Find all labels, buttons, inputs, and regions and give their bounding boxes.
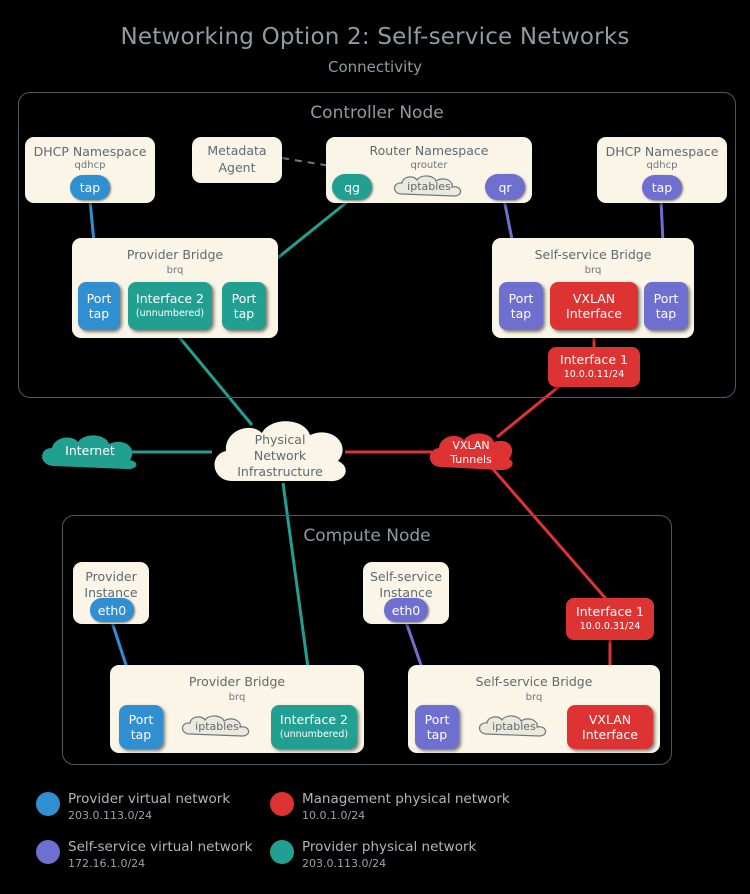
controller-interface1-line1: Interface 1: [560, 352, 628, 367]
dhcp-right-sub: qdhcp: [646, 160, 678, 171]
ss-port-right-line2: tap: [655, 306, 677, 321]
controller-selfservice-port-left[interactable]: Port tap: [499, 282, 543, 330]
metadata-agent-box: Metadata Agent: [192, 137, 282, 183]
compute-selfservice-bridge-title: Self-service Bridge: [475, 674, 593, 689]
csb-iptables-label: iptables: [492, 720, 536, 733]
dhcp-left-sub: qdhcp: [74, 160, 106, 171]
dhcp-right-tap-pill[interactable]: tap: [642, 175, 682, 200]
compute-selfservice-bridge-port[interactable]: Port tap: [415, 705, 459, 749]
legend-label-2: Self-service virtual network: [68, 839, 253, 855]
ss-vxlan-line2: Interface: [566, 306, 622, 321]
cpb-interface2-line2: (unnumbered): [279, 729, 349, 740]
physical-network-cloud: Physical Network Infrastructure: [206, 415, 354, 490]
controller-selfservice-bridge-sub: brq: [584, 265, 602, 276]
compute-interface1[interactable]: Interface 1 10.0.0.31/24: [566, 598, 654, 640]
physical-network-line2: Network: [253, 448, 307, 463]
router-iptables-label: iptables: [407, 180, 451, 193]
interface2-line1: Interface 2: [136, 291, 204, 306]
compute-provider-bridge-iptables-cloud: iptables: [178, 712, 256, 742]
compute-interface1-line1: Interface 1: [576, 604, 644, 619]
controller-interface1[interactable]: Interface 1 10.0.0.11/24: [548, 347, 640, 387]
controller-node-title: Controller Node: [310, 103, 444, 123]
port-left-line1: Port: [86, 291, 112, 306]
internet-cloud: Internet: [36, 432, 144, 474]
compute-provider-bridge-interface2[interactable]: Interface 2 (unnumbered): [271, 705, 357, 749]
physical-network-line3: Infrastructure: [237, 464, 323, 479]
controller-provider-bridge-title: Provider Bridge: [126, 247, 224, 262]
legend-cidr-0: 203.0.113.0/24: [68, 809, 153, 822]
compute-node-title: Compute Node: [303, 526, 431, 546]
dhcp-right-title: DHCP Namespace: [605, 144, 719, 159]
compute-provider-bridge-title: Provider Bridge: [188, 674, 286, 689]
dhcp-left-tap-label: tap: [79, 180, 101, 195]
selfservice-instance-eth0-label: eth0: [391, 602, 421, 618]
compute-selfservice-bridge-vxlan[interactable]: VXLAN Interface: [567, 705, 653, 749]
cpb-port-line2: tap: [130, 727, 152, 742]
legend-cidr-3: 203.0.113.0/24: [302, 857, 387, 870]
provider-instance-eth0-pill[interactable]: eth0: [90, 598, 134, 622]
ss-port-left-line1: Port: [508, 291, 534, 306]
csb-port-line1: Port: [424, 712, 450, 727]
vxlan-tunnels-line2: Tunnels: [450, 453, 492, 466]
controller-selfservice-bridge-title: Self-service Bridge: [534, 247, 652, 262]
interface2-line2: (unnumbered): [135, 308, 205, 319]
port-right-line1: Port: [231, 291, 257, 306]
ss-port-right-line1: Port: [653, 291, 679, 306]
controller-selfservice-port-right[interactable]: Port tap: [644, 282, 688, 330]
cpb-port-line1: Port: [128, 712, 154, 727]
legend-dot-3: [270, 840, 294, 864]
router-iptables-cloud: iptables: [390, 172, 468, 202]
port-left-line2: tap: [88, 306, 110, 321]
legend-dot-0: [36, 792, 60, 816]
controller-provider-bridge-port-left[interactable]: Port tap: [78, 282, 120, 330]
provider-instance-eth0-label: eth0: [97, 602, 127, 618]
csb-port-line2: tap: [426, 727, 448, 742]
legend-label-1: Management physical network: [302, 791, 510, 807]
compute-selfservice-bridge-iptables-cloud: iptables: [475, 712, 553, 742]
provider-instance-line1: Provider: [85, 569, 137, 584]
controller-selfservice-vxlan-interface[interactable]: VXLAN Interface: [550, 282, 638, 330]
dhcp-left-title: DHCP Namespace: [33, 144, 147, 159]
port-right-line2: tap: [233, 306, 255, 321]
dhcp-left-tap-pill[interactable]: tap: [70, 175, 110, 200]
legend-dot-2: [36, 840, 60, 864]
cpb-interface2-line1: Interface 2: [280, 712, 348, 727]
selfservice-instance-eth0-pill[interactable]: eth0: [384, 598, 428, 622]
metadata-agent-line2: Agent: [218, 160, 256, 175]
compute-provider-bridge-port[interactable]: Port tap: [119, 705, 163, 749]
dhcp-right-tap-label: tap: [651, 180, 673, 195]
ss-vxlan-line1: VXLAN: [572, 291, 616, 306]
legend-label-0: Provider virtual network: [68, 791, 231, 807]
controller-interface1-line2: 10.0.0.11/24: [563, 369, 625, 380]
router-qg-pill[interactable]: qg: [332, 174, 372, 200]
internet-label: Internet: [65, 443, 115, 458]
router-namespace-title: Router Namespace: [369, 143, 489, 158]
controller-provider-bridge-sub: brq: [166, 265, 184, 276]
physical-network-line1: Physical: [254, 432, 306, 447]
legend-cidr-2: 172.16.1.0/24: [68, 857, 146, 870]
selfservice-instance-line1: Self-service: [369, 569, 443, 584]
csb-vxlan-line2: Interface: [582, 727, 638, 742]
controller-provider-bridge-interface2[interactable]: Interface 2 (unnumbered): [128, 282, 212, 330]
legend-label-3: Provider physical network: [302, 839, 477, 855]
router-qg-label: qg: [344, 179, 360, 195]
cpb-iptables-label: iptables: [195, 720, 239, 733]
legend-cidr-1: 10.0.1.0/24: [302, 809, 366, 822]
ss-port-left-line2: tap: [510, 306, 532, 321]
vxlan-tunnels-cloud: VXLAN Tunnels: [425, 429, 517, 476]
router-namespace-sub: qrouter: [410, 160, 448, 171]
compute-provider-bridge-sub: brq: [228, 692, 246, 703]
csb-vxlan-line1: VXLAN: [588, 712, 632, 727]
router-qr-label: qr: [498, 179, 512, 195]
metadata-agent-line1: Metadata: [207, 143, 267, 158]
router-qr-pill[interactable]: qr: [485, 174, 525, 200]
compute-interface1-line2: 10.0.0.31/24: [579, 621, 641, 632]
legend-dot-1: [270, 792, 294, 816]
compute-selfservice-bridge-sub: brq: [525, 692, 543, 703]
controller-provider-bridge-port-right[interactable]: Port tap: [222, 282, 266, 330]
